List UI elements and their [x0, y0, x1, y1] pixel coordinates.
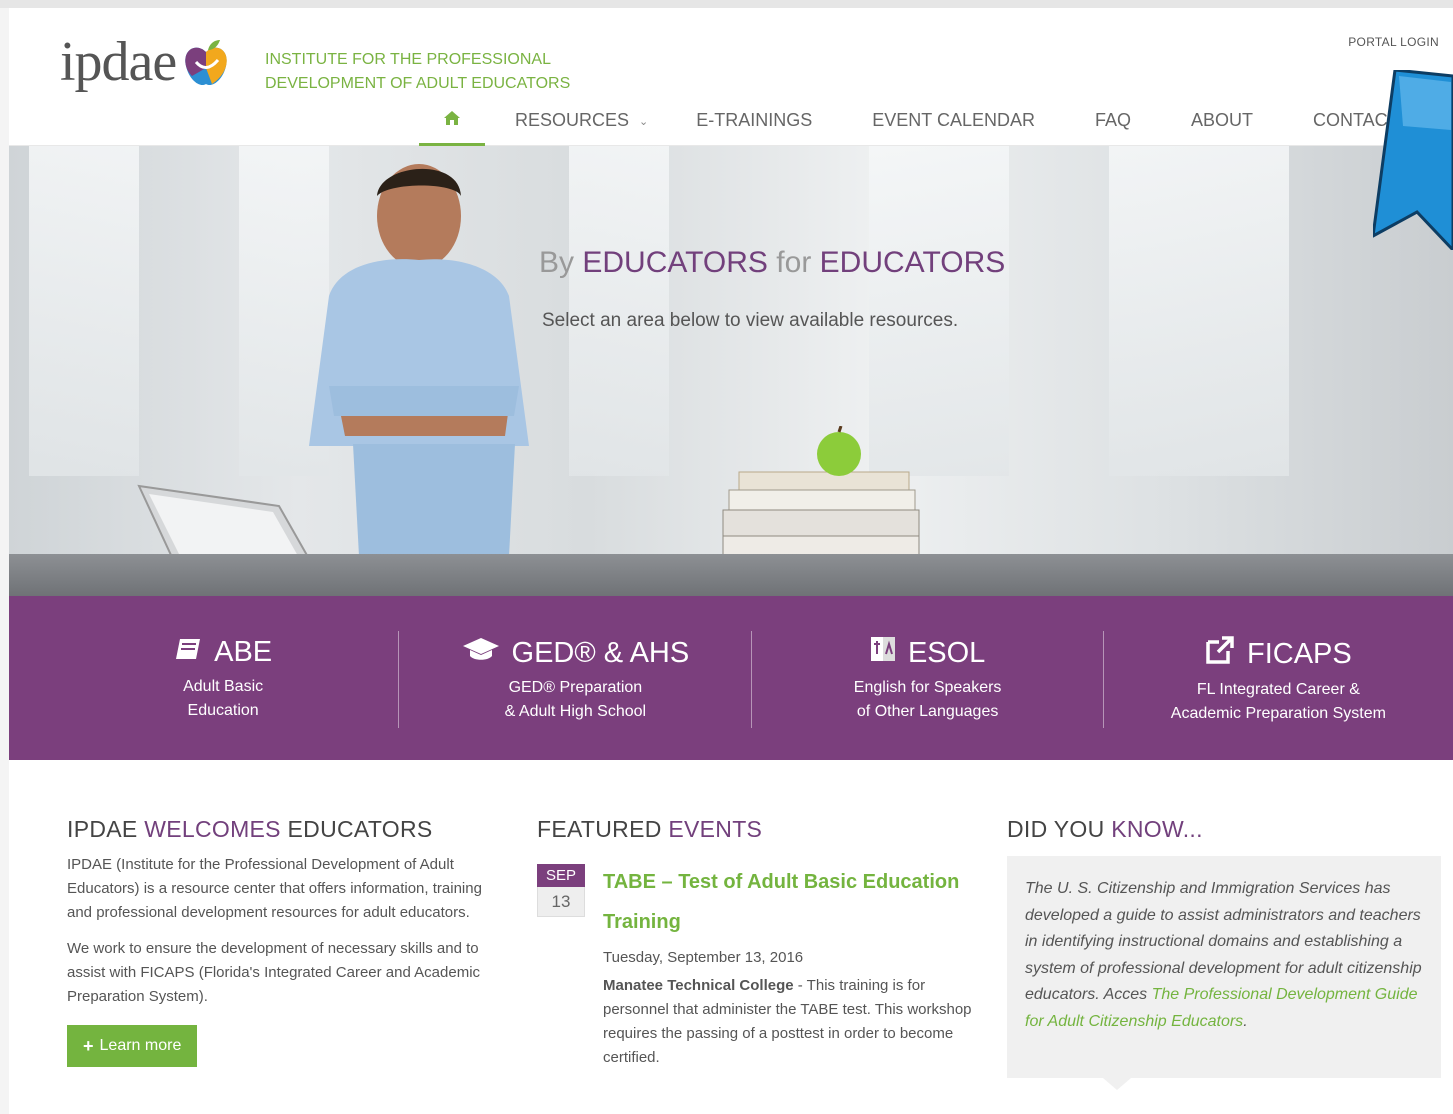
category-esol[interactable]: ESOL English for Speakers of Other Langu…	[752, 596, 1105, 760]
page: ipdae INSTITUTE FOR THE PROFESSIONAL DEV…	[9, 8, 1453, 1114]
hero-window	[1109, 146, 1289, 476]
category-ged-line1: GED® Preparation	[508, 679, 643, 696]
hero-title: By EDUCATORS for EDUCATORS	[539, 246, 1005, 280]
logo-wordmark: ipdae	[60, 31, 177, 93]
category-esol-line1: English for Speakers	[853, 679, 1002, 696]
site-logo[interactable]: ipdae	[60, 32, 230, 92]
event-date: Tuesday, September 13, 2016	[603, 949, 804, 966]
nav-e-trainings[interactable]: E-TRAININGS	[666, 100, 842, 146]
event-date-badge: SEP 13	[537, 864, 585, 917]
category-abe-line2: Education	[187, 702, 259, 719]
category-title: ABE	[47, 636, 399, 669]
category-description: Adult Basic Education	[47, 675, 399, 723]
nav-home[interactable]	[419, 100, 485, 146]
hero-title-educators: EDUCATORS	[582, 246, 768, 279]
welcome-heading-part1: IPDAE	[67, 816, 138, 842]
chevron-down-icon: ⌄	[639, 116, 649, 128]
nav-resources-label: RESOURCES	[515, 110, 630, 130]
category-description: English for Speakers of Other Languages	[752, 676, 1104, 724]
nav-resources[interactable]: RESOURCES ⌄	[485, 100, 666, 146]
hero-title-by: By	[539, 246, 575, 279]
external-link-icon	[1205, 636, 1235, 672]
know-heading: DID YOU KNOW...	[1007, 816, 1441, 843]
book-icon	[174, 636, 202, 669]
did-you-know-section: DID YOU KNOW... The U. S. Citizenship an…	[1007, 816, 1441, 1106]
learn-more-button[interactable]: + Learn more	[67, 1025, 198, 1067]
hero-subtitle: Select an area below to view available r…	[542, 310, 959, 331]
events-heading-part2: EVENTS	[668, 816, 763, 842]
category-title: ESOL	[752, 636, 1104, 670]
site-header: ipdae INSTITUTE FOR THE PROFESSIONAL DEV…	[9, 8, 1453, 146]
nav-about[interactable]: ABOUT	[1161, 100, 1283, 146]
events-heading: FEATURED EVENTS	[537, 816, 987, 843]
know-text: The U. S. Citizenship and Immigration Se…	[1025, 880, 1422, 1003]
category-description: FL Integrated Career & Academic Preparat…	[1104, 678, 1453, 726]
know-heading-part2: KNOW...	[1111, 816, 1203, 842]
category-ged-title: GED® & AHS	[511, 636, 690, 669]
category-abe-title: ABE	[214, 636, 273, 668]
category-bar: ABE Adult Basic Education GED® & AHS GED…	[9, 596, 1453, 760]
site-tagline: INSTITUTE FOR THE PROFESSIONAL DEVELOPME…	[265, 48, 570, 96]
know-heading-part1: DID YOU	[1007, 816, 1105, 842]
nav-event-calendar[interactable]: EVENT CALENDAR	[842, 100, 1065, 146]
featured-events-section: FEATURED EVENTS SEP 13 TABE – Test of Ad…	[537, 816, 987, 1096]
events-heading-part1: FEATURED	[537, 816, 662, 842]
nav-faq[interactable]: FAQ	[1065, 100, 1161, 146]
category-ficaps[interactable]: FICAPS FL Integrated Career & Academic P…	[1104, 596, 1453, 760]
category-ged[interactable]: GED® & AHS GED® Preparation & Adult High…	[399, 596, 752, 760]
category-title: FICAPS	[1104, 636, 1453, 672]
category-ficaps-line2: Academic Preparation System	[1170, 705, 1386, 722]
event-title-link[interactable]: TABE – Test of Adult Basic Education Tra…	[603, 862, 973, 942]
hero-desk	[9, 554, 1453, 596]
category-abe[interactable]: ABE Adult Basic Education	[47, 596, 400, 760]
welcome-paragraph: IPDAE (Institute for the Professional De…	[67, 856, 482, 921]
main-nav: RESOURCES ⌄ E-TRAININGS EVENT CALENDAR F…	[419, 100, 1418, 146]
category-esol-line2: of Other Languages	[856, 703, 999, 720]
event-location: Manatee Technical College	[603, 977, 794, 994]
category-abe-line1: Adult Basic	[183, 678, 264, 695]
know-end: .	[1243, 1012, 1248, 1030]
welcome-heading: IPDAE WELCOMES EDUCATORS	[67, 816, 497, 843]
hero-banner: By EDUCATORS for EDUCATORS Select an are…	[9, 146, 1453, 596]
hero-title-educators: EDUCATORS	[819, 246, 1006, 279]
welcome-heading-part2: WELCOMES	[144, 816, 281, 842]
know-quote-box: The U. S. Citizenship and Immigration Se…	[1007, 856, 1441, 1078]
welcome-paragraph: We work to ensure the development of nec…	[67, 940, 481, 1005]
browser-top-edge	[0, 0, 1453, 8]
category-description: GED® Preparation & Adult High School	[399, 676, 751, 724]
portal-login-link[interactable]: PORTAL LOGIN	[1348, 35, 1439, 49]
quote-tail	[1103, 1078, 1131, 1090]
event-description: Manatee Technical College - This trainin…	[603, 974, 973, 1070]
category-title: GED® & AHS	[399, 636, 751, 670]
category-ged-line2: & Adult High School	[504, 703, 647, 720]
category-ficaps-line1: FL Integrated Career &	[1196, 681, 1360, 698]
graduation-cap-icon	[462, 636, 500, 670]
learn-more-label: Learn more	[99, 1037, 182, 1054]
apple-logo-icon	[182, 38, 230, 90]
category-ficaps-title: FICAPS	[1247, 637, 1352, 670]
home-icon	[443, 110, 461, 131]
event-day: 13	[537, 887, 585, 917]
welcome-section: IPDAE WELCOMES EDUCATORS IPDAE (Institut…	[67, 816, 497, 1067]
language-icon	[870, 636, 896, 670]
tagline-line2: DEVELOPMENT OF ADULT EDUCATORS	[265, 75, 571, 92]
category-esol-title: ESOL	[907, 636, 986, 669]
pointer-arrow-icon	[1373, 70, 1453, 250]
plus-icon: +	[83, 1035, 94, 1056]
hero-title-for: for	[776, 246, 812, 279]
tagline-line1: INSTITUTE FOR THE PROFESSIONAL	[265, 51, 551, 68]
event-month: SEP	[537, 864, 585, 887]
hero-window	[29, 146, 139, 476]
welcome-heading-part3: EDUCATORS	[287, 816, 433, 842]
